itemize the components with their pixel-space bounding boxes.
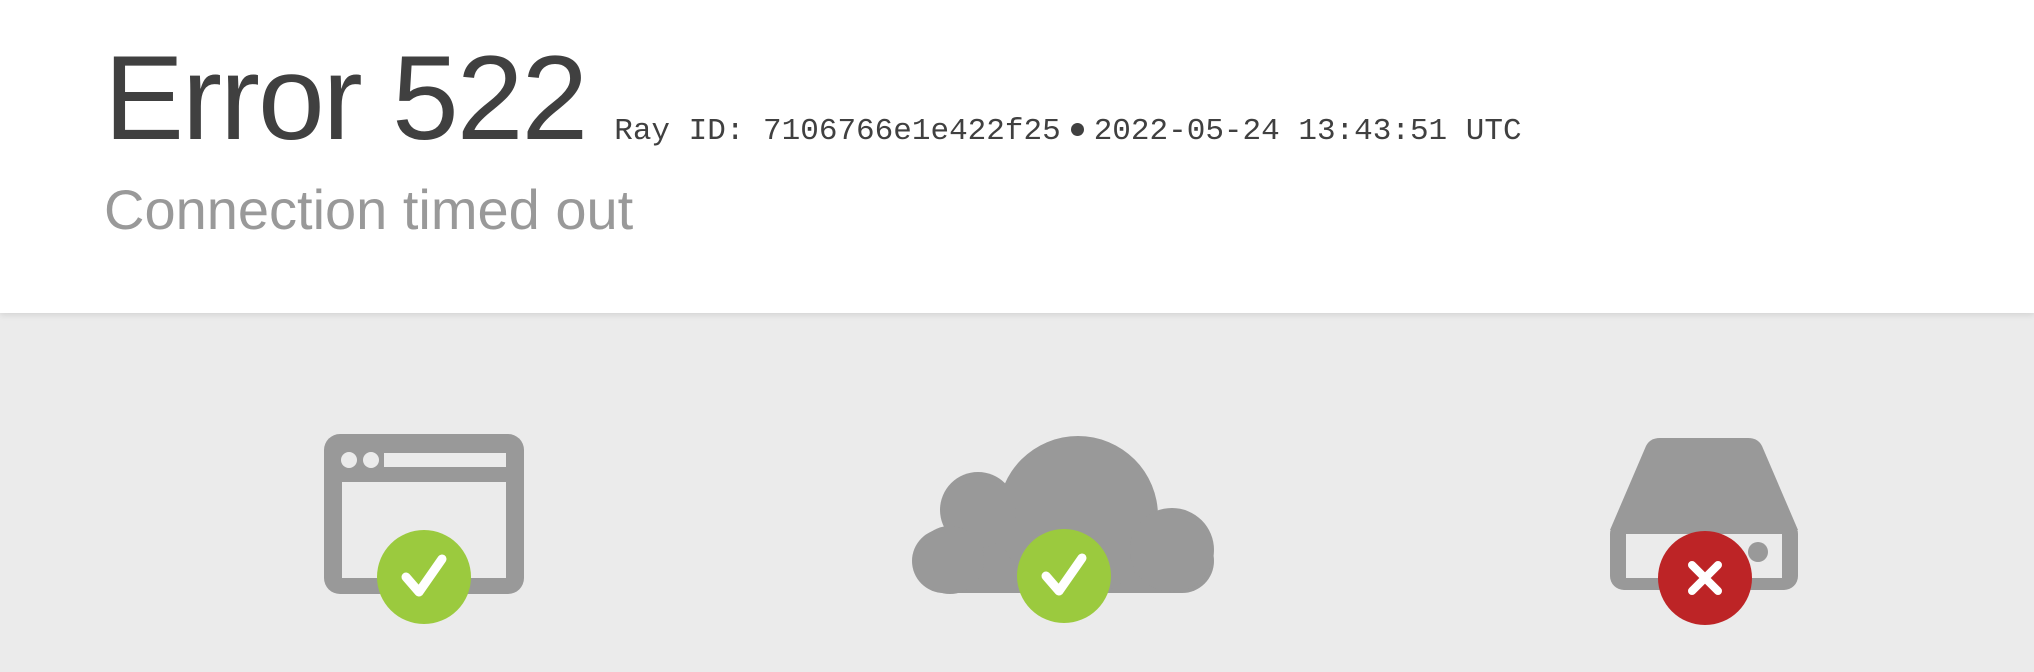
error-subtitle: Connection timed out bbox=[104, 178, 634, 241]
server-icon bbox=[1610, 438, 1798, 625]
browser-ok-badge bbox=[377, 530, 471, 624]
error-title: Error 522 bbox=[104, 31, 588, 165]
server-error-badge bbox=[1658, 531, 1752, 625]
browser-status bbox=[322, 432, 526, 627]
timestamp: 2022-05-24 13:43:51 UTC bbox=[1093, 114, 1522, 149]
server-status bbox=[1608, 438, 1800, 633]
error-header: Error 522 Ray ID: 7106766e1e422f25 2022-… bbox=[0, 0, 2034, 313]
ray-id: Ray ID: 7106766e1e422f25 bbox=[614, 114, 1061, 149]
cloud-icon bbox=[912, 436, 1214, 623]
cloud-status bbox=[910, 434, 1216, 629]
ray-info: Ray ID: 7106766e1e422f25 2022-05-24 13:4… bbox=[614, 114, 1521, 149]
bullet-separator bbox=[1070, 123, 1084, 136]
title-row: Error 522 Ray ID: 7106766e1e422f25 2022-… bbox=[104, 38, 1522, 158]
browser-icon bbox=[324, 434, 524, 624]
cloud-ok-badge bbox=[1017, 529, 1111, 623]
